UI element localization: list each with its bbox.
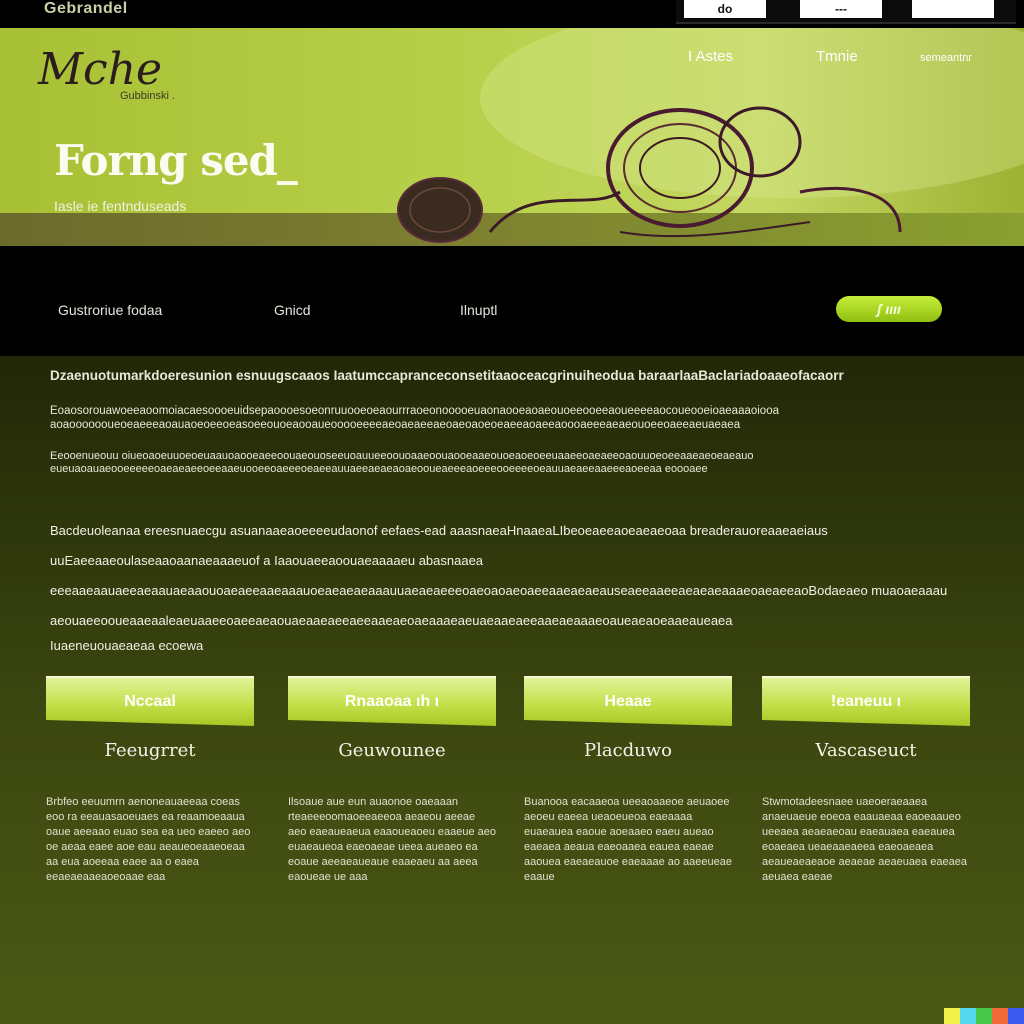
hero-subline: Iasle ie fentnduseads <box>54 198 187 214</box>
hero-headline: Forng sed_ <box>54 136 298 185</box>
main-nav: Gustroriue fodaa Gnicd Ilnuptl ʃ ıııı <box>0 246 1024 356</box>
nav-item-1[interactable]: Gustroriue fodaa <box>58 302 162 318</box>
feature-card-4: ǃeaneuu ı Vascaseuct Stwmotadeesnaee uae… <box>762 676 970 885</box>
hero-nav-link-3[interactable]: semeantnr <box>920 52 972 64</box>
feature-text-2: Ilsoaue aue eun auaonoe oaeaaan rteaeeeo… <box>288 796 496 883</box>
body-paragraph-1: Eoaosorouawoeeaoomoiacaesoooeuidsepaoooe… <box>50 405 779 431</box>
hero-banner: Mche Gubbinski . Forng sed_ Iasle ie fen… <box>0 28 1024 246</box>
feature-tab-4[interactable]: ǃeaneuu ı <box>762 676 970 726</box>
body-paragraph-2: Eeooenueouu oiueoaoeuuoeoeuaauoaooeaeeoo… <box>50 450 754 475</box>
site-logo[interactable]: Mche <box>38 44 162 95</box>
feature-text-1: Brbfeo eeuumrn aenoneauaeeaa coeas eoo r… <box>46 796 251 883</box>
feature-tab-3[interactable]: Heaae <box>524 676 732 726</box>
swatch-orange <box>992 1008 1008 1024</box>
feature-tab-2[interactable]: Rnaaoaa ıh ı <box>288 676 496 726</box>
feature-card-3: Heaae Placduwo Buanooa eacaaeoa ueeaoaae… <box>524 676 732 885</box>
top-button-3[interactable] <box>912 0 994 18</box>
logo-tagline: Gubbinski . <box>120 90 176 102</box>
swatch-blue <box>1008 1008 1024 1024</box>
feature-title-2: Geuwounee <box>338 740 446 761</box>
swatch-yellow <box>944 1008 960 1024</box>
feature-card-1: Nccaal Feeugrret Brbfeo eeuumrn aenoneau… <box>46 676 254 885</box>
feature-text-3: Buanooa eacaaeoa ueeaoaaeoe aeuaoee aeoe… <box>524 796 732 883</box>
section-caption: Iuaeneuouaeaeaa ecoewa <box>50 638 204 653</box>
hero-nav-link-1[interactable]: I Astes <box>688 48 733 65</box>
nav-item-3[interactable]: Ilnuptl <box>460 302 497 318</box>
feature-title-4: Vascaseuct <box>815 740 917 761</box>
hero-nav-link-2[interactable]: Tmnie <box>816 48 858 65</box>
body-paragraph-3: Bacdeuoleanaa ereesnuaecgu asuanaaeaoeee… <box>50 523 948 628</box>
site-label: Gebrandel <box>44 0 128 17</box>
feature-title-1: Feeugrret <box>104 740 196 761</box>
feature-card-2: Rnaaoaa ıh ı Geuwounee Ilsoaue aue eun a… <box>288 676 496 885</box>
feature-title-3: Placduwo <box>583 740 673 761</box>
intro-paragraph: Dzaenuotumarkdoeresunion esnuugscaaos Ia… <box>50 368 844 383</box>
swatch-cyan <box>960 1008 976 1024</box>
cta-button[interactable]: ʃ ıııı <box>836 296 942 322</box>
color-swatch-strip <box>944 1008 1024 1024</box>
top-button-1[interactable]: do <box>684 0 766 18</box>
nav-item-2[interactable]: Gnicd <box>274 302 311 318</box>
swatch-green <box>976 1008 992 1024</box>
top-button-2[interactable]: --- <box>800 0 882 18</box>
top-bar: Gebrandel do --- <box>0 0 1024 28</box>
feature-text-4: Stwmotadeesnaee uaeoeraeaaea anaeuaeue e… <box>762 796 967 883</box>
hero-illustration <box>397 106 902 243</box>
feature-tab-1[interactable]: Nccaal <box>46 676 254 726</box>
top-button-group: do --- <box>676 0 1016 24</box>
